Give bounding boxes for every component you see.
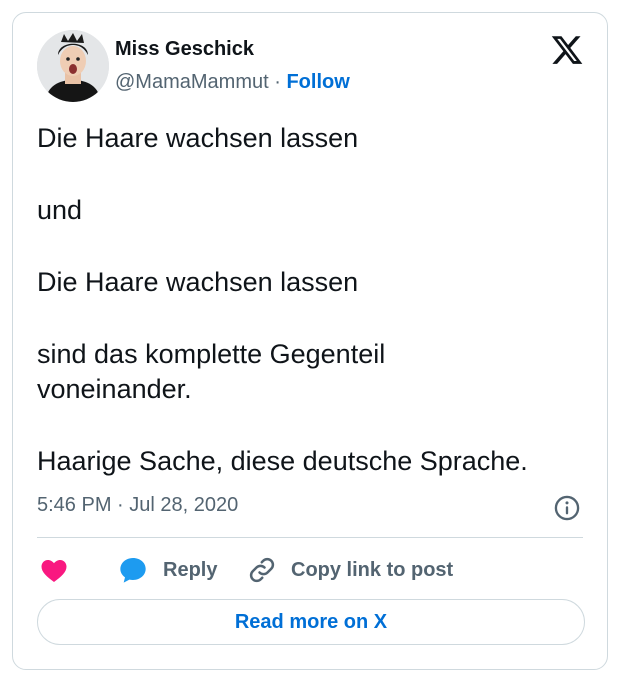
speech-bubble-icon [120,558,146,583]
reply-label: Reply [163,558,218,581]
follow-link[interactable]: Follow [286,71,349,93]
post-text-line-2: und [37,195,83,225]
avatar[interactable] [37,30,109,102]
divider [37,537,583,538]
post-text-line-1: Die Haare wachsen lassen [37,123,359,153]
avatar-image [37,30,109,102]
embedded-post-card: Miss Geschick @MamaMammut · Follow Die H… [12,12,608,670]
post-text-line-4: sind das komplette Gegenteil voneinander… [37,339,386,404]
author-handle-row: @MamaMammut · Follow [115,71,350,94]
info-icon[interactable] [553,494,581,522]
author-display-name[interactable]: Miss Geschick [115,38,254,61]
handle-separator: · [274,71,281,93]
x-logo-icon[interactable] [550,33,584,67]
link-icon [249,557,275,583]
read-more-button[interactable]: Read more on X [37,599,585,645]
like-button[interactable] [39,553,69,587]
copy-link-button[interactable]: Copy link to post [247,553,453,587]
post-timestamp[interactable]: 5:46 PM · Jul 28, 2020 [37,494,238,517]
reply-button[interactable]: Reply [117,553,217,587]
post-text-line-3: Die Haare wachsen lassen [37,267,359,297]
copy-link-label: Copy link to post [291,558,454,581]
heart-icon [41,560,67,582]
author-handle[interactable]: @MamaMammut [115,71,269,93]
post-text-line-5: Haarige Sache, diese deutsche Sprache. [37,446,528,476]
